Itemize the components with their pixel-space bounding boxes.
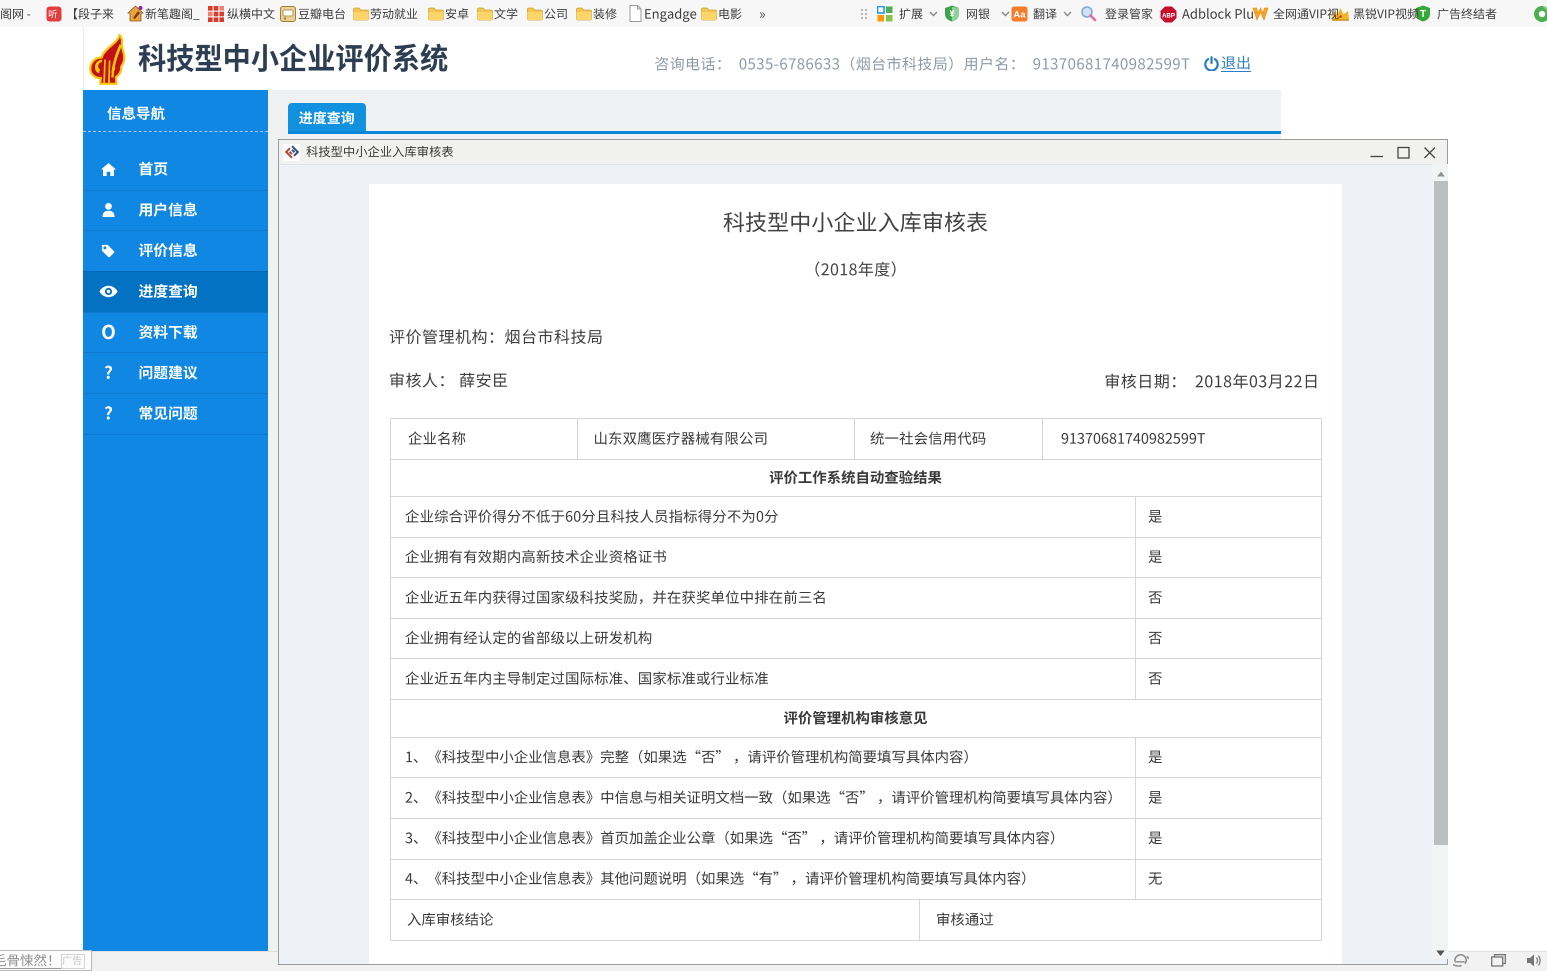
svg-text:¥: ¥ <box>949 9 954 19</box>
svg-text:T: T <box>1420 9 1426 20</box>
svg-text:ABP: ABP <box>1162 12 1175 19</box>
svg-text:Aa: Aa <box>1013 10 1026 21</box>
